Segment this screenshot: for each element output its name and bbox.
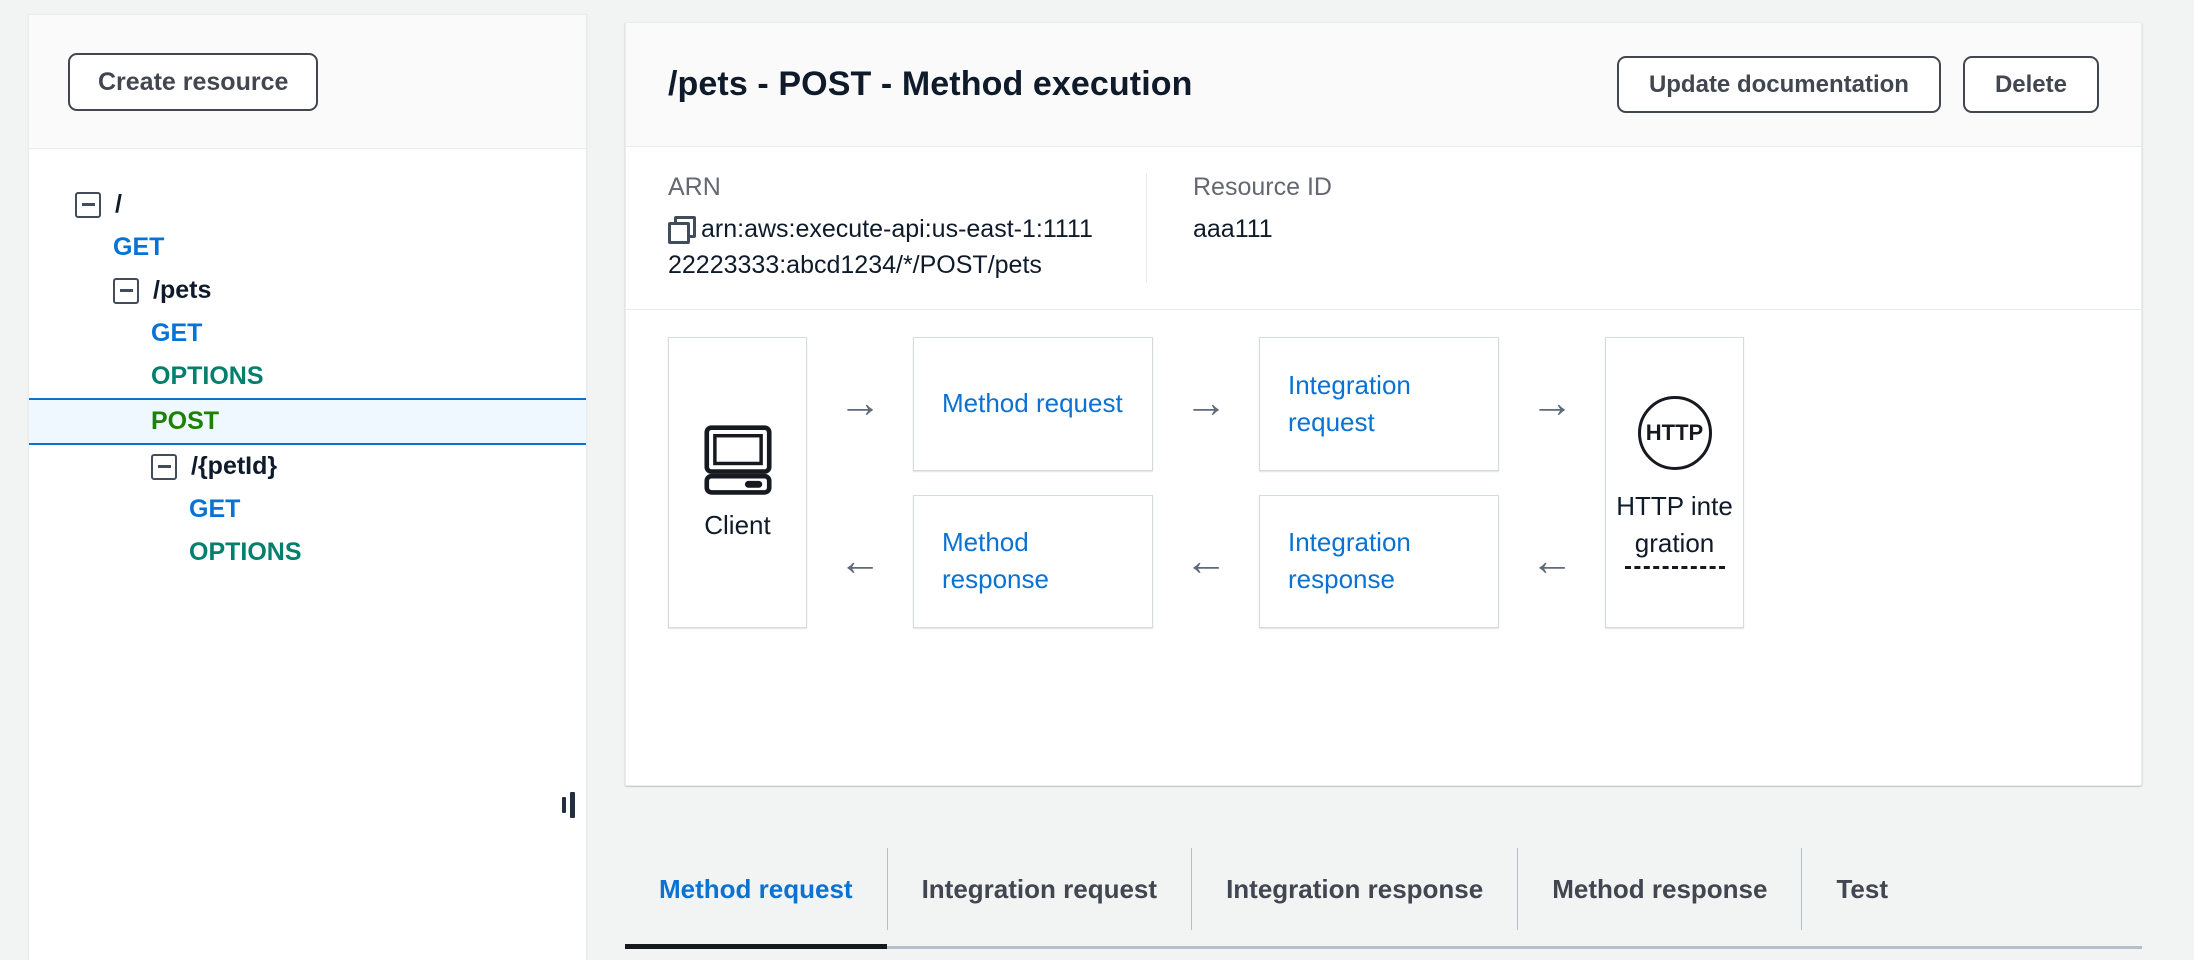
http-integration-label: HTTP integration bbox=[1616, 491, 1733, 558]
tree-resource-[interactable]: / bbox=[29, 183, 586, 226]
create-resource-button[interactable]: Create resource bbox=[68, 52, 319, 111]
tab-label: Method response bbox=[1552, 873, 1768, 904]
arn-field: ARN arn:aws:execute-api:us-east-1:111122… bbox=[626, 173, 1146, 283]
update-documentation-button[interactable]: Update documentation bbox=[1616, 56, 1941, 113]
api-gateway-method-execution-page: Create resource / GET/pets GET OPTIONS POST /… bbox=[0, 0, 2194, 960]
collapse-minus-icon[interactable] bbox=[75, 191, 101, 218]
tree-item-label: POST bbox=[151, 407, 220, 435]
tab-method-response[interactable]: Method response bbox=[1518, 848, 1803, 930]
resource-id-value: aaa111 bbox=[1193, 215, 1273, 243]
arrow-right-2: → bbox=[1184, 379, 1228, 428]
header-actions: Update documentation Delete bbox=[1616, 56, 2099, 113]
tree-resource-petId[interactable]: /{petId} bbox=[29, 445, 586, 488]
resource-id-label: Resource ID bbox=[1193, 173, 1332, 201]
tree-item-label: GET bbox=[113, 233, 165, 261]
resources-sidebar: Create resource / GET/pets GET OPTIONS POST /… bbox=[28, 14, 587, 960]
client-box: Client bbox=[668, 337, 807, 628]
tab-integration-request[interactable]: Integration request bbox=[888, 848, 1193, 930]
integration-response-box[interactable]: Integration response bbox=[1259, 494, 1499, 628]
arrow-gap-2 bbox=[1153, 471, 1259, 495]
http-badge-icon: HTTP bbox=[1637, 396, 1712, 471]
arrow-right-1: → bbox=[838, 379, 882, 428]
http-endpoint-dashed-line bbox=[1624, 565, 1725, 569]
tab-label: Integration response bbox=[1226, 873, 1484, 904]
client-inner: Client bbox=[701, 424, 775, 541]
tree-method-get-3[interactable]: GET bbox=[29, 312, 586, 355]
method-response-box[interactable]: Method response bbox=[913, 494, 1153, 628]
http-integration-box: HTTP HTTP integration bbox=[1605, 337, 1744, 628]
desktop-computer-icon bbox=[703, 424, 772, 495]
method-column: Method request Method response bbox=[913, 337, 1153, 628]
arrow-left-3: ← bbox=[1530, 536, 1574, 585]
arrow-right-3: → bbox=[1530, 379, 1574, 428]
arrows-integration-backend: → ← bbox=[1499, 337, 1605, 628]
method-request-link[interactable]: Method request bbox=[942, 385, 1123, 422]
tab-method-request[interactable]: Method request bbox=[625, 848, 888, 949]
arrows-client-method: → ← bbox=[807, 337, 913, 628]
arrow-gap-3 bbox=[1499, 471, 1605, 495]
sidebar-header: Create resource bbox=[29, 15, 586, 149]
tree-item-label: /{petId} bbox=[191, 452, 278, 480]
tab-label: Integration request bbox=[921, 873, 1158, 904]
tab-test[interactable]: Test bbox=[1802, 848, 1922, 930]
arn-value-row: arn:aws:execute-api:us-east-1:1111222233… bbox=[668, 212, 1104, 283]
http-inner: HTTP HTTP integration bbox=[1616, 396, 1733, 569]
tree-item-label: GET bbox=[189, 495, 241, 523]
tree-item-label: /pets bbox=[153, 276, 212, 304]
arrow-left-1: ← bbox=[838, 536, 882, 585]
tree-method-options-8[interactable]: OPTIONS bbox=[29, 531, 586, 574]
integration-response-link[interactable]: Integration response bbox=[1288, 524, 1470, 598]
page-title: /pets - POST - Method execution bbox=[668, 65, 1193, 103]
tab-row: Method request Integration request Integra… bbox=[625, 848, 2142, 949]
tree-method-get-1[interactable]: GET bbox=[29, 226, 586, 269]
method-execution-flow-diagram: Client → ← Method request Method respons… bbox=[626, 310, 2141, 655]
integration-column: Integration request Integration response bbox=[1259, 337, 1499, 628]
collapse-minus-icon[interactable] bbox=[151, 453, 177, 480]
arrows-method-integration: → ← bbox=[1153, 337, 1259, 628]
resource-tree: / GET/pets GET OPTIONS POST /{petId} GET OPTION… bbox=[29, 149, 586, 960]
integration-request-link[interactable]: Integration request bbox=[1288, 367, 1470, 441]
collapse-minus-icon[interactable] bbox=[113, 277, 139, 304]
tree-method-get-7[interactable]: GET bbox=[29, 488, 586, 531]
resource-id-field: Resource ID aaa111 bbox=[1146, 173, 1666, 283]
copy-icon[interactable] bbox=[668, 216, 696, 244]
grip-bar-small bbox=[562, 797, 566, 813]
arn-label: ARN bbox=[668, 173, 721, 201]
arrow-gap-1 bbox=[807, 471, 913, 495]
arn-value: arn:aws:execute-api:us-east-1:1111222233… bbox=[668, 215, 1093, 279]
method-detail-tabs: Method request Integration request Integra… bbox=[625, 848, 2142, 960]
delete-button[interactable]: Delete bbox=[1962, 56, 2099, 113]
method-request-box[interactable]: Method request bbox=[913, 337, 1153, 471]
client-label: Client bbox=[704, 509, 771, 540]
tab-integration-response[interactable]: Integration response bbox=[1192, 848, 1519, 930]
method-response-link[interactable]: Method response bbox=[942, 524, 1124, 598]
tree-item-label: GET bbox=[151, 319, 203, 347]
integration-request-box[interactable]: Integration request bbox=[1259, 337, 1499, 471]
arrow-left-2: ← bbox=[1184, 536, 1228, 585]
tree-item-label: OPTIONS bbox=[189, 538, 302, 566]
card-header: /pets - POST - Method execution Update d… bbox=[626, 23, 2141, 147]
tree-method-options-4[interactable]: OPTIONS bbox=[29, 355, 586, 398]
tree-item-label: / bbox=[115, 190, 122, 218]
sidebar-resize-handle[interactable] bbox=[562, 792, 576, 818]
grip-bar-large bbox=[570, 792, 575, 818]
tab-label: Method request bbox=[659, 873, 853, 904]
tree-resource-pets[interactable]: /pets bbox=[29, 269, 586, 312]
tree-method-post-5[interactable]: POST bbox=[29, 398, 586, 445]
tab-label: Test bbox=[1836, 873, 1888, 904]
method-execution-card: /pets - POST - Method execution Update d… bbox=[625, 22, 2142, 786]
tree-item-label: OPTIONS bbox=[151, 362, 264, 390]
method-info-strip: ARN arn:aws:execute-api:us-east-1:111122… bbox=[626, 147, 2141, 310]
